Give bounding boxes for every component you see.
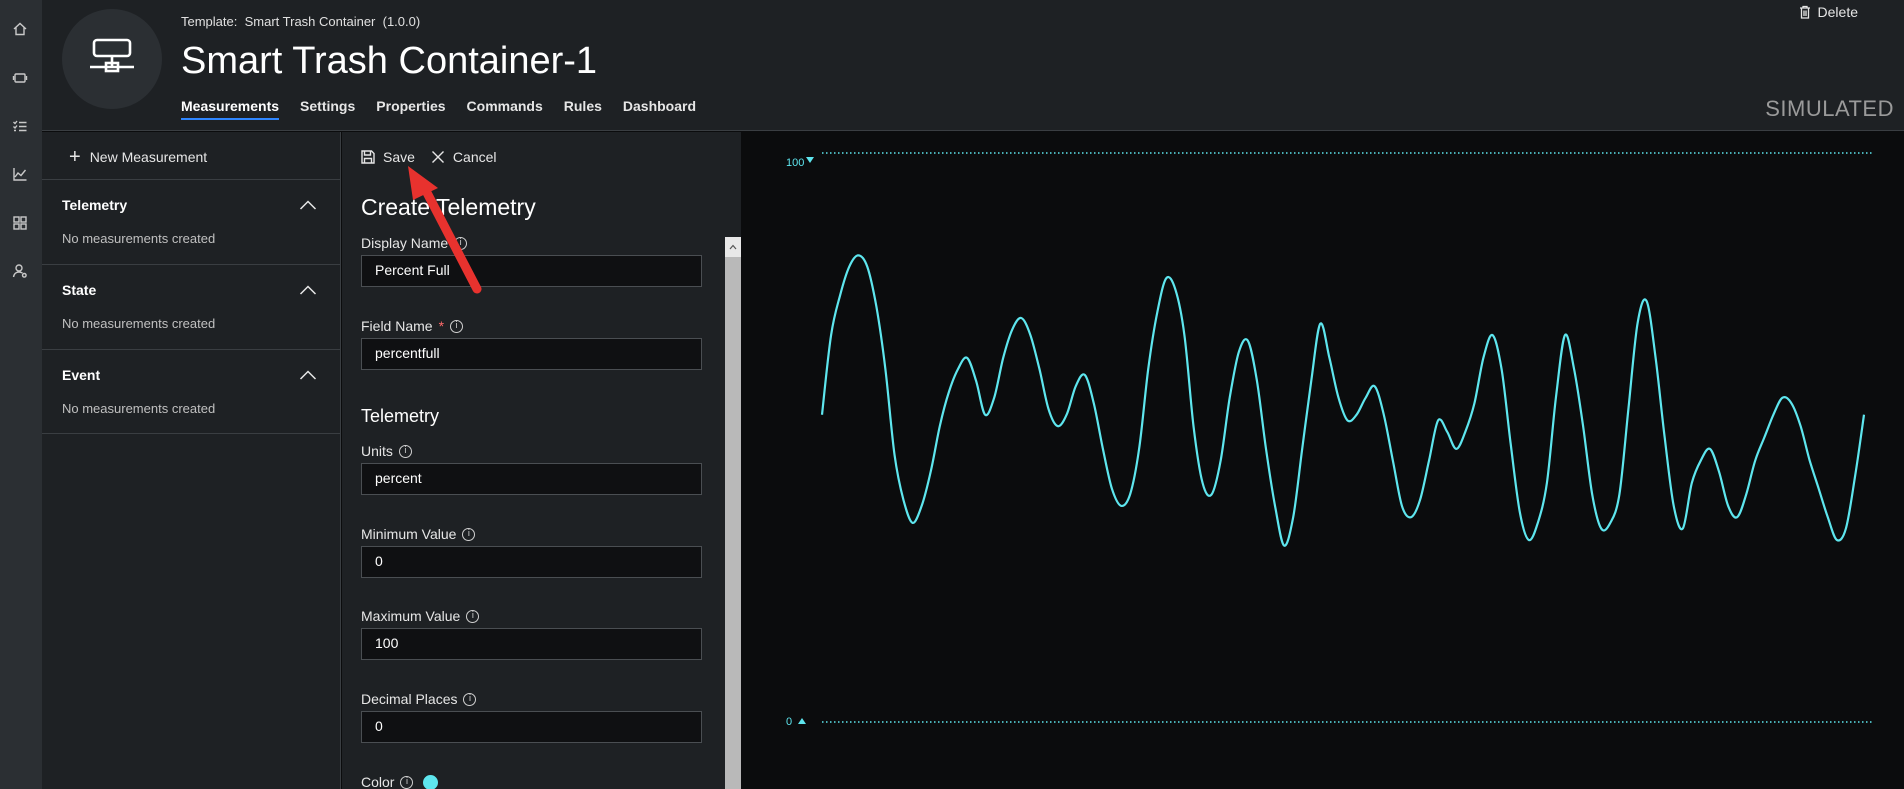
template-label: Template: <box>181 14 238 29</box>
save-label: Save <box>383 149 415 165</box>
analytics-icon[interactable] <box>9 163 31 185</box>
device-header: Template: Smart Trash Container (1.0.0) … <box>42 0 1904 131</box>
tab-bar: Measurements Settings Properties Command… <box>181 98 696 120</box>
state-section: State No measurements created <box>42 264 341 349</box>
telemetry-preview-chart: 100 0 <box>742 132 1904 789</box>
close-icon <box>431 151 444 163</box>
max-value-field[interactable]: 100 <box>361 628 702 660</box>
section-title: State <box>62 282 97 298</box>
min-label: 0 <box>786 716 792 728</box>
dashboards-icon[interactable] <box>9 212 31 234</box>
min-value-field[interactable]: 0 <box>361 546 702 578</box>
max-marker-icon <box>806 157 814 163</box>
units-label: Units i <box>361 443 412 459</box>
max-label: 100 <box>786 157 804 169</box>
tab-measurements[interactable]: Measurements <box>181 98 280 120</box>
form-actions: Save Cancel <box>361 149 497 165</box>
device-icon <box>90 38 134 73</box>
info-icon[interactable]: i <box>398 444 412 458</box>
tab-dashboard[interactable]: Dashboard <box>623 98 696 120</box>
administration-icon[interactable] <box>9 260 31 282</box>
field-name-field[interactable]: percentfull <box>361 338 702 370</box>
info-icon[interactable]: i <box>463 692 477 706</box>
save-button[interactable]: Save <box>361 149 415 165</box>
form-title: Create Telemetry <box>361 194 536 220</box>
label-text: Units <box>361 443 393 459</box>
telemetry-subheading: Telemetry <box>361 406 440 426</box>
tab-properties[interactable]: Properties <box>376 98 445 120</box>
scroll-up-button[interactable] <box>725 237 741 257</box>
decimal-places-label: Decimal Places i <box>361 691 477 707</box>
cancel-label: Cancel <box>452 149 497 165</box>
cancel-button[interactable]: Cancel <box>431 149 497 165</box>
template-info: Template: Smart Trash Container (1.0.0) <box>181 14 420 29</box>
chevron-up-icon[interactable] <box>299 196 317 210</box>
simulated-badge: SIMULATED <box>1765 96 1894 121</box>
display-name-label: Display Name i <box>361 235 468 251</box>
info-icon[interactable]: i <box>454 236 468 250</box>
event-section: Event No measurements created <box>42 349 341 434</box>
telemetry-section: Telemetry No measurements created <box>42 179 341 264</box>
required-marker: * <box>438 318 445 334</box>
info-icon[interactable]: i <box>462 527 476 541</box>
template-version: (1.0.0) <box>382 14 421 29</box>
devices-icon[interactable] <box>9 67 31 89</box>
tab-settings[interactable]: Settings <box>300 98 355 120</box>
empty-text: No measurements created <box>62 316 216 331</box>
new-measurement-label: New Measurement <box>89 149 208 165</box>
measurements-panel: + New Measurement Telemetry No measureme… <box>42 132 341 789</box>
trash-icon <box>1799 5 1810 19</box>
color-label: Color i <box>361 774 439 789</box>
label-text: Maximum Value <box>361 608 461 624</box>
min-marker-icon <box>798 718 806 724</box>
label-text: Color <box>361 774 395 789</box>
device-templates-icon[interactable] <box>9 115 31 137</box>
decimal-places-field[interactable]: 0 <box>361 711 702 743</box>
chevron-up-icon[interactable] <box>299 366 317 380</box>
chevron-up-icon <box>729 244 737 250</box>
info-icon[interactable]: i <box>450 319 464 333</box>
create-telemetry-form: Save Cancel Create Telemetry Display Nam… <box>342 132 741 789</box>
save-icon <box>361 150 375 164</box>
label-text: Decimal Places <box>361 691 458 707</box>
tab-rules[interactable]: Rules <box>564 98 602 120</box>
section-title: Event <box>62 367 101 383</box>
min-value-label: Minimum Value i <box>361 526 476 542</box>
label-text: Field Name <box>361 318 433 334</box>
display-name-field[interactable]: Percent Full <box>361 255 702 287</box>
new-measurement-button[interactable]: + New Measurement <box>69 146 208 168</box>
form-scrollbar[interactable] <box>725 237 741 789</box>
nav-rail <box>0 0 42 789</box>
empty-text: No measurements created <box>62 401 216 416</box>
info-icon[interactable]: i <box>466 609 480 623</box>
template-name: Smart Trash Container <box>244 14 376 29</box>
section-title: Telemetry <box>62 197 128 213</box>
field-name-label: Field Name * i <box>361 318 464 334</box>
max-value-label: Maximum Value i <box>361 608 480 624</box>
delete-button[interactable]: Delete <box>1799 4 1858 20</box>
chart-svg: 100 0 <box>786 152 1874 728</box>
label-text: Display Name <box>361 235 449 251</box>
color-swatch[interactable] <box>423 774 439 789</box>
units-field[interactable]: percent <box>361 463 702 495</box>
label-text: Minimum Value <box>361 526 457 542</box>
home-icon[interactable] <box>9 18 31 40</box>
info-icon[interactable]: i <box>400 775 414 789</box>
plus-icon: + <box>69 146 81 168</box>
device-avatar <box>62 9 162 109</box>
chevron-up-icon[interactable] <box>299 281 317 295</box>
delete-label: Delete <box>1817 4 1858 20</box>
empty-text: No measurements created <box>62 231 216 246</box>
tab-commands[interactable]: Commands <box>467 98 543 120</box>
page-title: Smart Trash Container-1 <box>181 40 598 82</box>
series-line <box>820 254 1866 547</box>
